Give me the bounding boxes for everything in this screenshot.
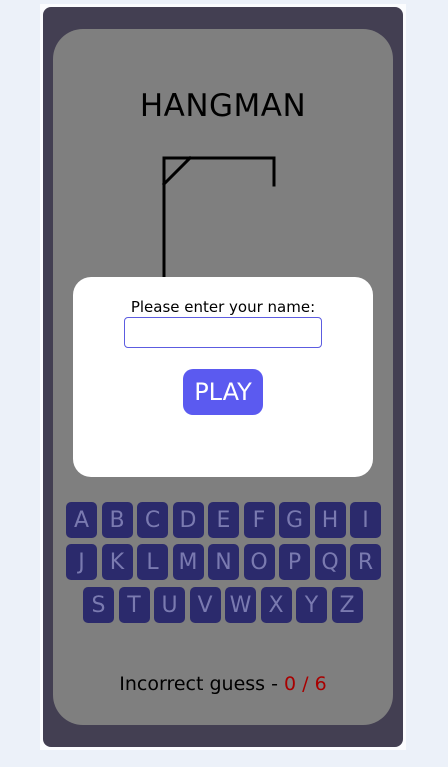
key-q[interactable]: Q [314, 544, 346, 580]
key-r[interactable]: R [350, 544, 381, 580]
gallows-brace [161, 155, 193, 187]
play-button[interactable]: PLAY [183, 369, 263, 415]
key-e[interactable]: E [208, 502, 239, 538]
incorrect-guess-count: 0 / 6 [284, 673, 327, 695]
incorrect-guess-label: Incorrect guess - [119, 673, 285, 695]
name-input[interactable] [124, 317, 322, 348]
key-d[interactable]: D [172, 502, 204, 538]
key-h[interactable]: H [314, 502, 346, 538]
key-w[interactable]: W [225, 587, 256, 623]
key-i[interactable]: I [350, 502, 381, 538]
key-u[interactable]: U [154, 587, 185, 623]
key-m[interactable]: M [172, 544, 204, 580]
key-p[interactable]: P [279, 544, 310, 580]
key-z[interactable]: Z [331, 587, 363, 623]
key-c[interactable]: C [137, 502, 168, 538]
incorrect-guess-status: Incorrect guess - 0 / 6 [53, 673, 393, 695]
key-l[interactable]: L [137, 544, 168, 580]
key-s[interactable]: S [83, 587, 114, 623]
key-g[interactable]: G [279, 502, 310, 538]
key-y[interactable]: Y [296, 587, 327, 623]
key-b[interactable]: B [101, 502, 133, 538]
key-n[interactable]: N [208, 544, 239, 580]
key-f[interactable]: F [243, 502, 275, 538]
key-a[interactable]: A [66, 502, 97, 538]
key-x[interactable]: X [260, 587, 292, 623]
key-v[interactable]: V [189, 587, 221, 623]
key-k[interactable]: K [101, 544, 133, 580]
key-j[interactable]: J [66, 544, 97, 580]
key-t[interactable]: T [118, 587, 150, 623]
key-o[interactable]: O [243, 544, 275, 580]
name-prompt-label: Please enter your name: [130, 298, 316, 316]
